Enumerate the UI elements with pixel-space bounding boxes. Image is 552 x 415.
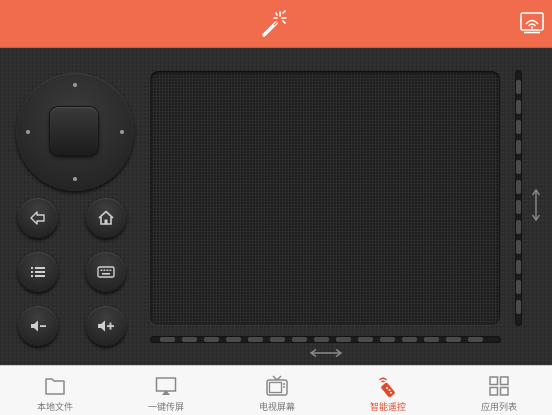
volume-down-icon	[31, 320, 46, 332]
tab-tv-screen[interactable]: 电视屏幕	[237, 366, 317, 415]
remote-control-icon	[379, 377, 395, 398]
tab-smart-remote[interactable]: 智能遥控	[348, 366, 428, 415]
dpad[interactable]	[16, 73, 134, 191]
cast-screen-icon[interactable]	[520, 12, 544, 34]
home-icon	[98, 210, 114, 225]
dpad-ok-button[interactable]	[50, 107, 98, 155]
menu-list-icon	[31, 267, 45, 277]
tab-screen-share[interactable]: 一键传屏	[126, 366, 206, 415]
tv-icon	[266, 375, 288, 396]
touchpad-area[interactable]	[150, 71, 500, 325]
dpad-down[interactable]	[73, 177, 77, 181]
tab-label: 一键传屏	[147, 403, 184, 413]
volume-up-icon	[98, 320, 114, 332]
horizontal-scroll-strip[interactable]	[150, 336, 501, 343]
tab-app-list[interactable]: 应用列表	[459, 366, 539, 415]
bottom-tab-bar: 本地文件 一键传屏 电视屏幕 智能遥控 应用列表	[0, 365, 552, 415]
keyboard-icon	[97, 266, 115, 278]
dpad-left[interactable]	[26, 130, 30, 134]
volume-down-button[interactable]	[18, 306, 58, 346]
screen-share-icon	[155, 377, 177, 395]
tab-label: 应用列表	[480, 403, 517, 413]
tab-label: 智能遥控	[369, 403, 406, 413]
magic-wand-icon[interactable]	[260, 10, 288, 38]
top-bar	[0, 0, 552, 48]
home-button[interactable]	[86, 198, 126, 238]
vertical-scroll-arrow-icon	[531, 188, 541, 222]
folder-icon	[45, 378, 65, 395]
tab-label: 电视屏幕	[258, 403, 295, 413]
app-grid-icon	[489, 376, 509, 396]
dpad-up[interactable]	[73, 83, 77, 87]
tab-label: 本地文件	[36, 403, 73, 413]
dpad-right[interactable]	[120, 130, 124, 134]
menu-button[interactable]	[18, 252, 58, 292]
vertical-scroll-strip[interactable]	[515, 70, 522, 326]
keyboard-button[interactable]	[86, 252, 126, 292]
tab-local-files[interactable]: 本地文件	[15, 366, 95, 415]
back-arrow-icon	[30, 211, 45, 225]
back-button[interactable]	[18, 198, 58, 238]
horizontal-scroll-arrow-icon	[309, 348, 343, 358]
volume-up-button[interactable]	[86, 306, 126, 346]
